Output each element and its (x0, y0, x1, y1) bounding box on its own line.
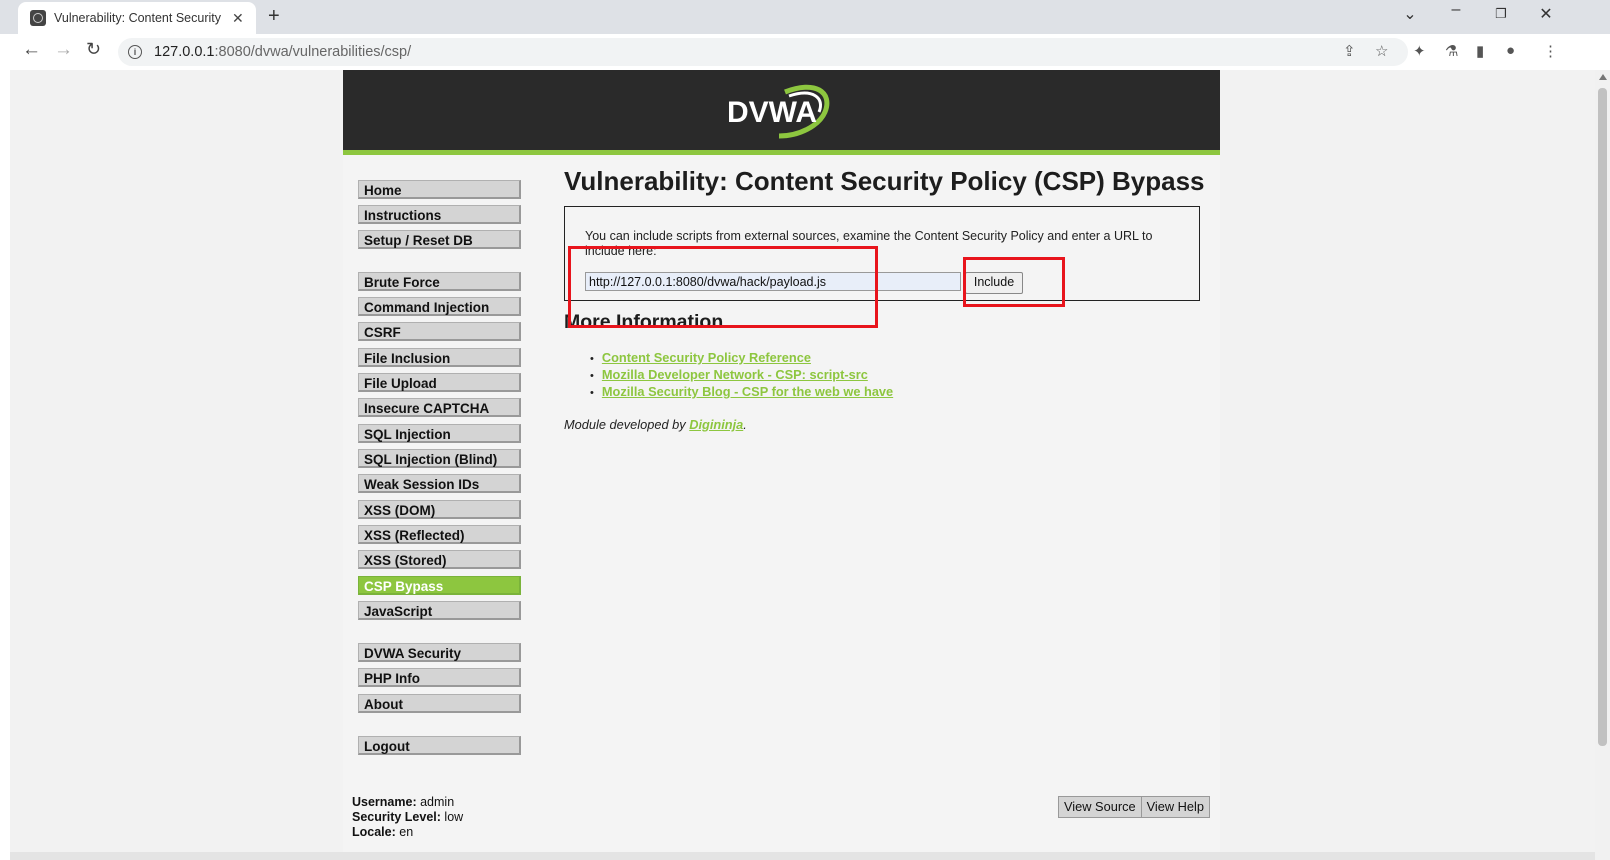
page-title: Vulnerability: Content Security Policy (… (564, 166, 1205, 196)
menu-item-logout[interactable]: Logout (358, 736, 521, 755)
menu-item-php-info[interactable]: PHP Info (358, 668, 521, 687)
favicon-icon (30, 10, 46, 26)
dvwa-container: DVWA Home Instructions Setup / Reset DB … (343, 70, 1220, 860)
view-source-button[interactable]: View Source (1058, 796, 1142, 818)
menu-item-setup[interactable]: Setup / Reset DB (358, 230, 521, 249)
url-host: 127.0.0.1 (154, 44, 215, 60)
svg-text:DVWA: DVWA (727, 96, 817, 129)
locale-value: en (399, 825, 414, 839)
menu-item-insecure-captcha[interactable]: Insecure CAPTCHA (358, 398, 521, 417)
username-label: Username: (352, 795, 417, 809)
menu-item-command-injection[interactable]: Command Injection (358, 297, 521, 316)
menu-item-javascript[interactable]: JavaScript (358, 601, 521, 620)
menu-item-file-upload[interactable]: File Upload (358, 373, 521, 392)
menu-item-weak-session-ids[interactable]: Weak Session IDs (358, 474, 521, 493)
extensions-icon[interactable]: ✦ (1413, 42, 1426, 60)
menu-item-sql-injection-blind[interactable]: SQL Injection (Blind) (358, 449, 521, 468)
side-panel-icon[interactable]: ▮ (1476, 42, 1484, 60)
url-path: :8080/dvwa/vulnerabilities/csp/ (214, 44, 412, 60)
scroll-up-icon[interactable] (1599, 74, 1607, 80)
dvwa-logo: DVWA (727, 84, 830, 139)
close-icon[interactable]: ✕ (1526, 4, 1566, 24)
menu-item-instructions[interactable]: Instructions (358, 205, 521, 224)
module-credit-prefix: Module developed by (564, 417, 690, 432)
restore-icon[interactable]: ❐ (1481, 6, 1521, 22)
tab-search-icon[interactable]: ⌄ (1390, 4, 1430, 24)
browser-tab[interactable]: Vulnerability: Content Security ✕ (18, 2, 256, 34)
list-item: Mozilla Security Blog - CSP for the web … (584, 384, 893, 401)
module-credit: Module developed by Digininja. (564, 417, 747, 432)
profile-icon[interactable]: ● (1506, 42, 1515, 59)
window-edge (0, 70, 10, 860)
lab-icon[interactable]: ⚗ (1445, 42, 1458, 60)
site-info-icon[interactable]: i (128, 45, 142, 59)
new-tab-button[interactable]: + (268, 5, 280, 28)
minimize-icon[interactable]: – (1436, 1, 1476, 19)
user-info: Username: admin Security Level: low Loca… (352, 795, 463, 840)
tab-title: Vulnerability: Content Security (54, 11, 221, 25)
menu-item-sql-injection[interactable]: SQL Injection (358, 424, 521, 443)
link-mozilla-blog[interactable]: Mozilla Security Blog - CSP for the web … (602, 384, 893, 399)
menu-item-dvwa-security[interactable]: DVWA Security (358, 643, 521, 662)
username-value: admin (420, 795, 455, 809)
url-text[interactable]: 127.0.0.1:8080/dvwa/vulnerabilities/csp/ (154, 44, 411, 60)
link-digininja[interactable]: Digininja (689, 417, 743, 432)
tab-close-icon[interactable]: ✕ (232, 10, 244, 27)
menu-item-brute-force[interactable]: Brute Force (358, 272, 521, 291)
annotation-box-input (568, 246, 878, 328)
scrollbar[interactable] (1595, 70, 1610, 860)
more-info-links: Content Security Policy Reference Mozill… (584, 350, 893, 401)
link-mdn-script-src[interactable]: Mozilla Developer Network - CSP: script-… (602, 367, 868, 382)
menu-item-csp-bypass[interactable]: CSP Bypass (358, 576, 521, 595)
browser-toolbar: ← → ↻ i 127.0.0.1:8080/dvwa/vulnerabilit… (0, 34, 1610, 71)
browser-tab-bar: Vulnerability: Content Security ✕ + ⌄ – … (0, 0, 1610, 34)
scrollbar-thumb[interactable] (1598, 88, 1607, 746)
menu-item-file-inclusion[interactable]: File Inclusion (358, 348, 521, 367)
module-credit-suffix: . (743, 417, 747, 432)
menu-item-csrf[interactable]: CSRF (358, 322, 521, 341)
list-item: Mozilla Developer Network - CSP: script-… (584, 367, 893, 384)
security-level-label: Security Level: (352, 810, 441, 824)
bookmark-star-icon[interactable]: ☆ (1375, 42, 1388, 60)
source-help-buttons: View Source View Help (1058, 796, 1210, 818)
forward-icon[interactable]: → (54, 39, 73, 61)
dvwa-header: DVWA (343, 70, 1220, 155)
reload-icon[interactable]: ↻ (86, 39, 101, 60)
locale-label: Locale: (352, 825, 396, 839)
menu-item-about[interactable]: About (358, 694, 521, 713)
share-icon[interactable]: ⇪ (1343, 42, 1356, 60)
annotation-box-button (963, 257, 1065, 307)
address-bar[interactable]: i 127.0.0.1:8080/dvwa/vulnerabilities/cs… (118, 38, 1408, 66)
menu-item-xss-reflected[interactable]: XSS (Reflected) (358, 525, 521, 544)
view-help-button[interactable]: View Help (1141, 796, 1210, 818)
menu-icon[interactable]: ⋮ (1543, 42, 1558, 60)
back-icon[interactable]: ← (22, 39, 41, 61)
security-level-value: low (444, 810, 464, 824)
menu-item-home[interactable]: Home (358, 180, 521, 199)
menu-item-xss-dom[interactable]: XSS (DOM) (358, 500, 521, 519)
link-csp-reference[interactable]: Content Security Policy Reference (602, 350, 811, 365)
bottom-strip (10, 852, 1595, 860)
menu-item-xss-stored[interactable]: XSS (Stored) (358, 550, 521, 569)
list-item: Content Security Policy Reference (584, 350, 893, 367)
